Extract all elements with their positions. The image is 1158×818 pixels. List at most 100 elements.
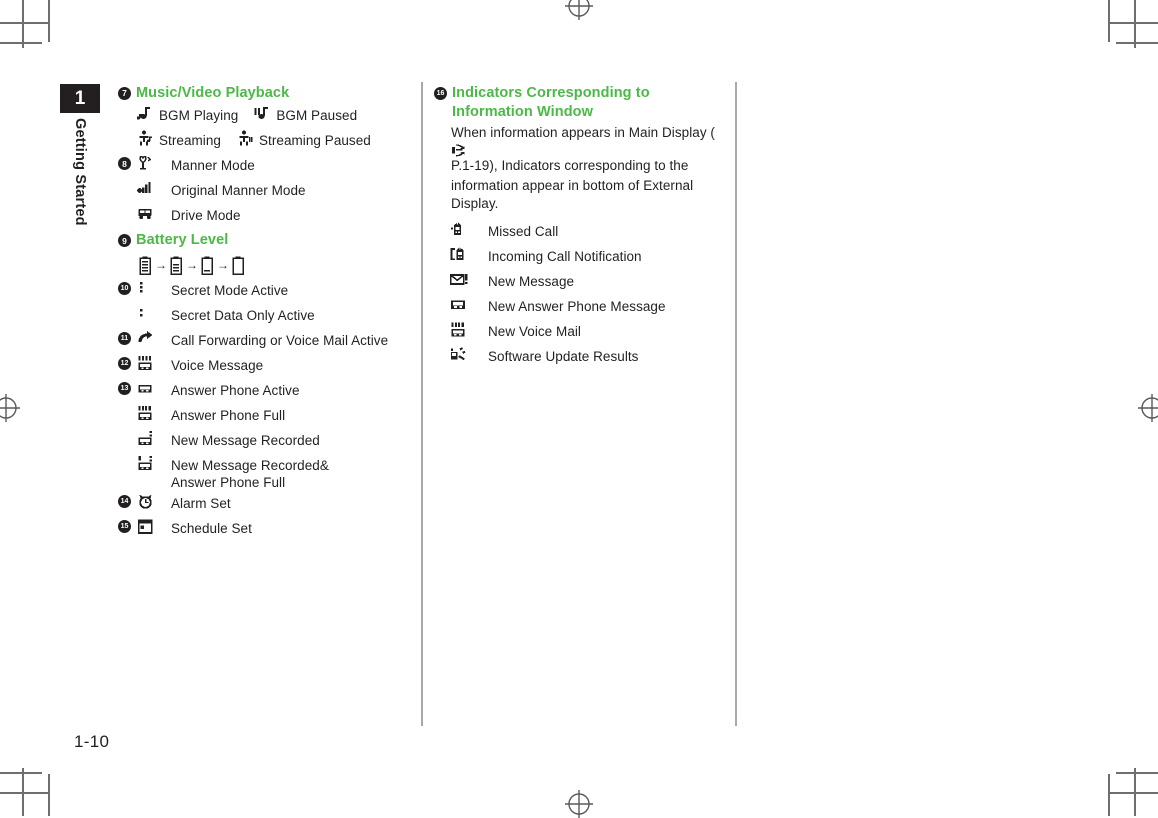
entry-label-missed-call: Missed Call — [488, 224, 559, 240]
entry-bgm: BGM Playing BGM Paused — [118, 104, 410, 129]
entry-software-update-results: Software Update Results — [450, 345, 730, 370]
section-bullet-16: 16 — [434, 87, 447, 100]
section-heading-battery-level: 9 Battery Level — [118, 231, 410, 250]
answer-phone-full-icon — [137, 404, 171, 423]
entry-secret-mode-active: 10 Secret Mode Active — [118, 279, 410, 304]
entry-drive-mode: Drive Mode — [118, 204, 410, 229]
entry-label-new-message-recorded: New Message Recorded — [171, 432, 320, 448]
section-body-copy: When information appears in Main Display… — [434, 124, 730, 214]
crop-mark-top-right-inner-vertical — [1108, 0, 1110, 42]
schedule-set-icon — [137, 517, 171, 536]
section-bullet-slot-8: 8 — [118, 154, 137, 171]
section-bullet-slot-10: 10 — [118, 279, 137, 295]
page-number: 1-10 — [74, 732, 110, 751]
streaming-paused-icon — [237, 129, 259, 147]
voice-message-icon — [137, 354, 171, 373]
manner-mode-icon — [137, 154, 171, 172]
entry-label-streaming-paused: Streaming Paused — [258, 133, 371, 149]
entry-label-answer-phone-full: Answer Phone Full — [171, 407, 286, 423]
answer-phone-active-icon — [137, 379, 171, 398]
entry-label-call-forwarding: Call Forwarding or Voice Mail Active — [171, 332, 389, 348]
entry-missed-call: Missed Call — [450, 220, 730, 245]
entry-incoming-call-notification: Incoming Call Notification — [450, 245, 730, 270]
bgm-paused-icon — [254, 104, 276, 122]
drive-mode-icon — [137, 204, 171, 222]
new-voice-mail-icon — [450, 320, 488, 340]
entry-new-answer-phone-message: New Answer Phone Message — [450, 295, 730, 320]
entry-streaming: Streaming Streaming Paused — [118, 129, 410, 154]
section-heading-indicators-information-window: 16 Indicators Corresponding to Informati… — [434, 84, 730, 123]
entry-label-bgm-paused: BGM Paused — [276, 108, 358, 124]
section-title-indicators-information-window: Indicators Corresponding to Information … — [452, 85, 650, 121]
pointing-hand-icon — [451, 144, 730, 157]
section-bullet-12: 12 — [118, 356, 131, 370]
column-divider-right — [735, 82, 737, 726]
registration-mark-bottom — [565, 790, 593, 818]
crop-mark-top-left-vertical — [22, 0, 24, 48]
crop-mark-top-left-inner-vertical — [48, 0, 50, 42]
entry-label-answer-phone-active: Answer Phone Active — [171, 382, 300, 398]
streaming-icon — [137, 129, 159, 147]
entry-new-message-recorded-and-full: New Message Recorded& Answer Phone Full — [118, 454, 410, 492]
new-message-icon — [450, 270, 488, 289]
right-column: 16 Indicators Corresponding to Informati… — [434, 84, 730, 370]
crop-mark-bottom-right-inner-horizontal — [1116, 772, 1158, 774]
entry-call-forwarding: 11 Call Forwarding or Voice Mail Active — [118, 329, 410, 354]
entry-new-voice-mail: New Voice Mail — [450, 320, 730, 345]
section-bullet-8: 8 — [118, 157, 131, 171]
section-bullet-7: 7 — [118, 87, 131, 100]
new-message-recorded-and-full-icon — [137, 454, 171, 473]
secret-mode-active-icon — [137, 279, 171, 297]
section-bullet-slot-11: 11 — [118, 329, 137, 345]
crop-mark-bottom-left-inner-horizontal — [0, 772, 42, 774]
entry-alarm-set: 14 Alarm Set — [118, 492, 410, 517]
alarm-set-icon — [137, 492, 171, 511]
body-reference-target: P.1-19 — [451, 157, 490, 173]
missed-call-icon — [450, 220, 488, 239]
battery-full-icon — [139, 256, 152, 275]
section-bullet-11: 11 — [118, 331, 131, 345]
crop-mark-bottom-right-inner-vertical — [1108, 774, 1110, 816]
entry-new-message: New Message — [450, 270, 730, 295]
section-title-battery-level: Battery Level — [136, 232, 229, 249]
battery-arrow-3: → — [217, 258, 229, 273]
software-update-results-icon — [450, 345, 488, 364]
entry-label-incoming-call-notification: Incoming Call Notification — [488, 249, 642, 265]
crop-mark-top-right-inner-horizontal — [1116, 42, 1158, 44]
entry-label-secret-mode-active: Secret Mode Active — [171, 282, 289, 298]
new-answer-phone-message-icon — [450, 295, 488, 314]
section-bullet-9: 9 — [118, 234, 131, 248]
entry-label-new-answer-phone-message: New Answer Phone Message — [488, 299, 666, 315]
call-forwarding-icon — [137, 329, 171, 347]
crop-mark-top-right-vertical — [1134, 0, 1136, 48]
entry-answer-phone-active: 13 Answer Phone Active — [118, 379, 410, 404]
chapter-title-vertical: Getting Started — [60, 118, 100, 248]
entry-secret-data-only-active: Secret Data Only Active — [118, 304, 410, 329]
body-text-before-reference: When information appears in Main Display… — [451, 124, 715, 140]
crop-mark-top-left-inner-horizontal — [0, 42, 42, 44]
section-heading-music-video: 7 Music/Video Playback — [118, 84, 410, 103]
entry-label-drive-mode: Drive Mode — [171, 208, 241, 224]
new-message-recorded-icon — [137, 429, 171, 448]
crop-mark-bottom-left-inner-vertical — [48, 774, 50, 816]
crop-mark-top-right-horizontal — [1110, 22, 1158, 24]
section-bullet-15: 15 — [118, 519, 131, 533]
section-bullet-14: 14 — [118, 494, 131, 508]
battery-empty-icon — [232, 256, 245, 275]
original-manner-mode-icon — [137, 179, 171, 197]
right-column-indicator-list: Missed Call Incoming Call Notification N… — [434, 220, 730, 370]
section-bullet-slot-12: 12 — [118, 354, 137, 370]
entry-schedule-set: 15 Schedule Set — [118, 517, 410, 542]
crop-mark-bottom-right-horizontal — [1110, 792, 1158, 794]
chapter-tab: 1 — [60, 84, 100, 113]
left-column: 7 Music/Video Playback BGM Playing BGM P… — [118, 84, 410, 542]
battery-one-third-icon — [201, 256, 214, 275]
entry-label-software-update-results: Software Update Results — [488, 349, 639, 365]
entry-label-new-voice-mail: New Voice Mail — [488, 324, 581, 340]
section-bullet-13: 13 — [118, 381, 131, 395]
entry-label-voice-message: Voice Message — [171, 357, 264, 373]
battery-two-thirds-icon — [170, 256, 183, 275]
section-bullet-slot-14: 14 — [118, 492, 137, 508]
section-bullet-slot-13: 13 — [118, 379, 137, 395]
section-bullet-slot-15: 15 — [118, 517, 137, 533]
